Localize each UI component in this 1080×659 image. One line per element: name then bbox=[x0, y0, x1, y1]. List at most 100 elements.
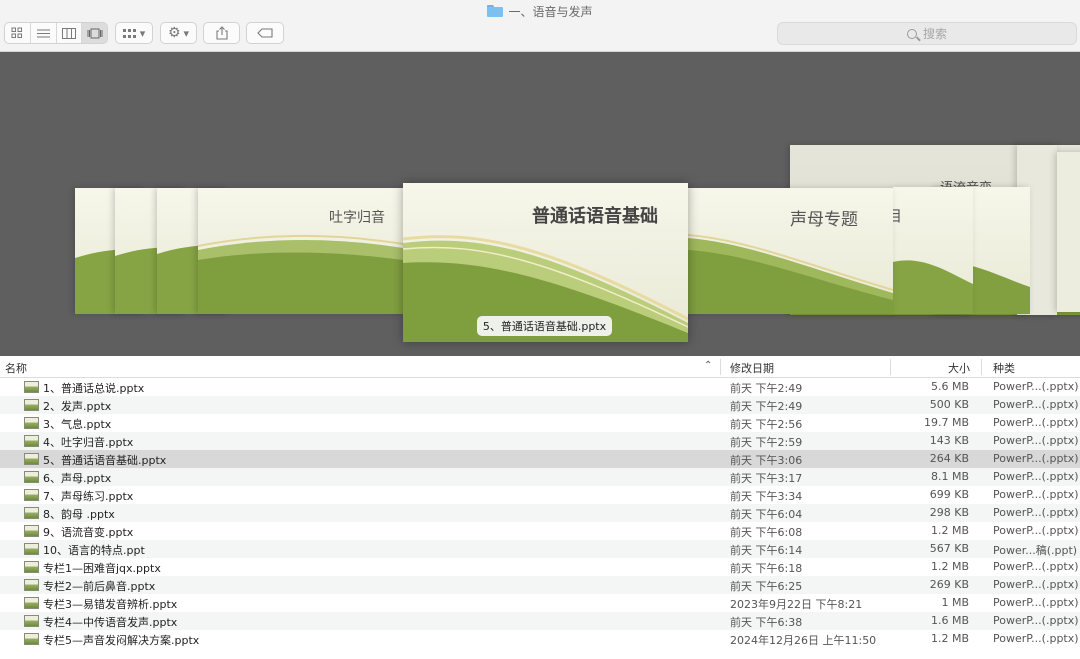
file-size: 1.6 MB bbox=[930, 614, 969, 627]
window-title: 一、语音与发声 bbox=[0, 2, 1080, 20]
icon-view-button[interactable] bbox=[5, 23, 31, 43]
window-title-text: 一、语音与发声 bbox=[508, 4, 593, 19]
file-list[interactable]: 名称 ⌃ 修改日期 大小 种类 1、普通话总说.pptx 前天 下午2:49 5.6… bbox=[0, 356, 1080, 659]
table-row[interactable]: 专栏3—易错发音辨析.pptx 2023年9月22日 下午8:21 1 MB Powe… bbox=[0, 594, 1080, 612]
column-header-kind[interactable]: 种类 bbox=[993, 360, 1015, 376]
list-lines-icon bbox=[36, 29, 50, 37]
column-divider[interactable] bbox=[720, 359, 721, 375]
file-name: 4、吐字归音.pptx bbox=[43, 436, 134, 449]
table-row[interactable]: 专栏5—声音发闷解决方案.pptx 2024年12月26日 上午11:50 1.2 … bbox=[0, 630, 1080, 648]
file-name: 1、普通话总说.pptx bbox=[43, 382, 145, 395]
file-size: 1.2 MB bbox=[930, 560, 969, 573]
file-date: 前天 下午2:49 bbox=[730, 382, 803, 395]
table-row[interactable]: 4、吐字归音.pptx 前天 下午2:59 143 KB PowerP...(.ppt… bbox=[0, 432, 1080, 450]
file-size: 699 KB bbox=[929, 488, 969, 501]
pptx-file-icon bbox=[24, 615, 39, 627]
column-header-name[interactable]: 名称 bbox=[5, 360, 27, 376]
table-row[interactable]: 6、声母.pptx 前天 下午3:17 8.1 MB PowerP...(.pptx) bbox=[0, 468, 1080, 486]
table-row[interactable]: 3、气息.pptx 前天 下午2:56 19.7 MB PowerP...(.pptx… bbox=[0, 414, 1080, 432]
file-kind: PowerP...(.pptx) bbox=[993, 524, 1079, 537]
chevron-down-icon: ▾ bbox=[139, 26, 146, 40]
slide-wave-graphic bbox=[893, 260, 973, 314]
file-size: 1.2 MB bbox=[930, 632, 969, 645]
action-button[interactable]: ⚙ ▾ bbox=[160, 22, 197, 44]
cover-flow-preview[interactable]: 语流音变 点 x 发 目 声母专题 bbox=[0, 52, 1080, 356]
file-kind: Power...稿(.ppt) bbox=[993, 544, 1078, 557]
table-row[interactable]: 专栏1—困难音jqx.pptx 前天 下午6:18 1.2 MB PowerP...(… bbox=[0, 558, 1080, 576]
list-view-button[interactable] bbox=[31, 23, 57, 43]
file-name: 10、语言的特点.ppt bbox=[43, 544, 145, 557]
file-date: 前天 下午2:59 bbox=[730, 436, 803, 449]
table-row[interactable]: 7、声母练习.pptx 前天 下午3:34 699 KB PowerP...(.ppt… bbox=[0, 486, 1080, 504]
file-date: 前天 下午3:34 bbox=[730, 490, 803, 503]
slide-thumbnail[interactable]: 声母专题 bbox=[688, 188, 893, 314]
table-row[interactable]: 2、发声.pptx 前天 下午2:49 500 KB PowerP...(.pptx) bbox=[0, 396, 1080, 414]
table-row[interactable]: 专栏4—中传语音发声.pptx 前天 下午6:38 1.6 MB PowerP...(… bbox=[0, 612, 1080, 630]
file-name: 专栏1—困难音jqx.pptx bbox=[43, 562, 161, 575]
column-view-button[interactable] bbox=[57, 23, 83, 43]
table-row[interactable]: 8、韵母 .pptx 前天 下午6:04 298 KB PowerP...(.pptx… bbox=[0, 504, 1080, 522]
pptx-file-icon bbox=[24, 471, 39, 483]
file-kind: PowerP...(.pptx) bbox=[993, 560, 1079, 573]
file-size: 19.7 MB bbox=[923, 416, 969, 429]
group-by-button[interactable]: ▾ bbox=[115, 22, 153, 44]
file-name: 专栏5—声音发闷解决方案.pptx bbox=[43, 634, 200, 647]
slide-thumbnail[interactable]: 目 bbox=[893, 187, 973, 314]
file-kind: PowerP...(.pptx) bbox=[993, 434, 1079, 447]
table-row[interactable]: 专栏2—前后鼻音.pptx 前天 下午6:25 269 KB PowerP...(.p… bbox=[0, 576, 1080, 594]
column-header-size[interactable]: 大小 bbox=[948, 360, 970, 376]
file-kind: PowerP...(.pptx) bbox=[993, 416, 1079, 429]
table-row-selected[interactable]: 5、普通话语音基础.pptx 前天 下午3:06 264 KB PowerP...(.… bbox=[0, 450, 1080, 468]
file-name: 5、普通话语音基础.pptx bbox=[43, 454, 167, 467]
table-row[interactable]: 10、语言的特点.ppt 前天 下午6:14 567 KB Power...稿(.pp… bbox=[0, 540, 1080, 558]
file-kind: PowerP...(.pptx) bbox=[993, 578, 1079, 591]
table-row[interactable]: 1、普通话总说.pptx 前天 下午2:49 5.6 MB PowerP...(.pp… bbox=[0, 378, 1080, 396]
file-name: 专栏4—中传语音发声.pptx bbox=[43, 616, 178, 629]
file-name: 9、语流音变.pptx bbox=[43, 526, 134, 539]
sort-chevron-icon[interactable]: ⌃ bbox=[704, 360, 712, 371]
search-placeholder: 搜索 bbox=[922, 27, 947, 41]
pptx-file-icon bbox=[24, 489, 39, 501]
column-divider[interactable] bbox=[981, 359, 982, 375]
file-date: 前天 下午6:14 bbox=[730, 544, 803, 557]
slide-title: 吐字归音 bbox=[329, 210, 385, 226]
file-name: 专栏3—易错发音辨析.pptx bbox=[43, 598, 178, 611]
file-date: 前天 下午6:08 bbox=[730, 526, 803, 539]
ppt-file-icon bbox=[24, 543, 39, 555]
share-button[interactable] bbox=[203, 22, 240, 44]
pptx-file-icon bbox=[24, 435, 39, 447]
file-date: 前天 下午6:04 bbox=[730, 508, 803, 521]
gallery-icon bbox=[87, 28, 103, 38]
column-header-date[interactable]: 修改日期 bbox=[730, 360, 774, 376]
column-divider[interactable] bbox=[890, 359, 891, 375]
file-name: 2、发声.pptx bbox=[43, 400, 112, 413]
pptx-file-icon bbox=[24, 633, 39, 645]
search-field[interactable]: 搜索 bbox=[777, 22, 1077, 45]
file-size: 298 KB bbox=[929, 506, 969, 519]
icon-grid-icon bbox=[11, 27, 23, 38]
file-kind: PowerP...(.pptx) bbox=[993, 632, 1079, 645]
list-rows: 1、普通话总说.pptx 前天 下午2:49 5.6 MB PowerP...(.pp… bbox=[0, 378, 1080, 648]
file-kind: PowerP...(.pptx) bbox=[993, 470, 1079, 483]
table-row[interactable]: 9、语流音变.pptx 前天 下午6:08 1.2 MB PowerP...(.ppt… bbox=[0, 522, 1080, 540]
file-size: 269 KB bbox=[929, 578, 969, 591]
gallery-view-button[interactable] bbox=[82, 23, 107, 43]
file-kind: PowerP...(.pptx) bbox=[993, 488, 1079, 501]
file-date: 2024年12月26日 上午11:50 bbox=[730, 634, 877, 647]
pptx-file-icon bbox=[24, 507, 39, 519]
view-mode-control[interactable] bbox=[4, 22, 108, 44]
file-size: 1 MB bbox=[941, 596, 969, 609]
pptx-file-icon bbox=[24, 561, 39, 573]
file-date: 2023年9月22日 下午8:21 bbox=[730, 598, 863, 611]
slide-thumbnail[interactable]: 吐字归音 bbox=[198, 188, 403, 314]
file-name: 3、气息.pptx bbox=[43, 418, 112, 431]
pptx-file-icon bbox=[24, 525, 39, 537]
slide-title: 普通话语音基础 bbox=[532, 206, 658, 227]
tag-button[interactable] bbox=[246, 22, 284, 44]
file-kind: PowerP...(.pptx) bbox=[993, 506, 1079, 519]
file-size: 143 KB bbox=[929, 434, 969, 447]
list-header: 名称 ⌃ 修改日期 大小 种类 bbox=[0, 356, 1080, 378]
group-grid-icon bbox=[122, 28, 136, 38]
file-date: 前天 下午3:06 bbox=[730, 454, 803, 467]
slide-thumbnail[interactable] bbox=[1057, 152, 1080, 312]
